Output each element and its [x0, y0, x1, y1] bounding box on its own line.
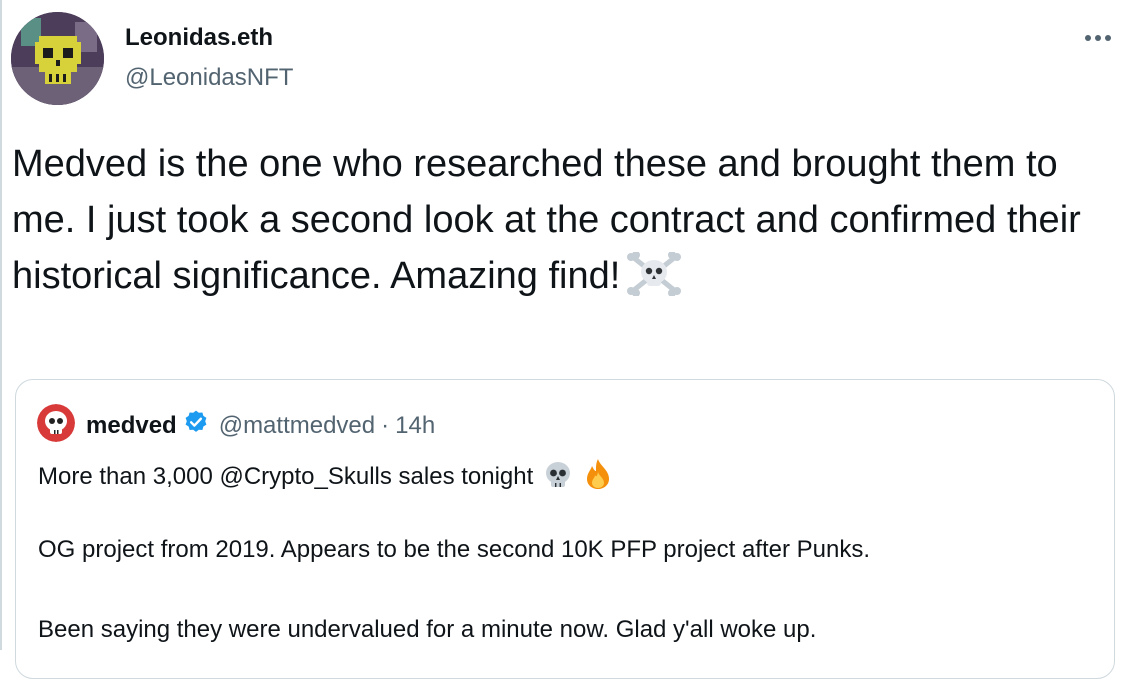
quoted-timestamp[interactable]: 14h [395, 412, 435, 440]
quoted-text-line-3: Been saying they were undervalued for a … [38, 616, 817, 643]
quoted-header: medved @mattmedved · 14h [86, 409, 435, 442]
tweet-text-content: Medved is the one who researched these a… [12, 143, 1081, 297]
skull-icon [543, 460, 573, 497]
left-border [0, 0, 2, 650]
verified-badge-icon [183, 409, 209, 442]
quoted-author-avatar[interactable] [37, 404, 75, 442]
separator-dot: · [381, 411, 390, 439]
skull-avatar-image [11, 12, 104, 105]
quoted-author-handle[interactable]: @mattmedved [219, 412, 375, 440]
author-avatar[interactable] [11, 12, 104, 105]
tweet-text: Medved is the one who researched these a… [12, 136, 1112, 312]
skull-avatar-image [37, 404, 75, 442]
quoted-author-name[interactable]: medved [86, 412, 177, 440]
fire-icon [583, 458, 613, 497]
skull-crossbones-icon [626, 251, 682, 312]
more-options-button[interactable] [1080, 26, 1116, 50]
quoted-text-line-1: More than 3,000 @Crypto_Skulls sales ton… [38, 458, 613, 497]
author-handle[interactable]: @LeonidasNFT [125, 64, 293, 92]
more-horizontal-icon [1085, 35, 1111, 41]
author-display-name[interactable]: Leonidas.eth [125, 24, 273, 52]
quoted-text-line-1-content: More than 3,000 @Crypto_Skulls sales ton… [38, 463, 534, 490]
quoted-tweet[interactable]: medved @mattmedved · 14h More than 3,000… [15, 379, 1115, 679]
tweet: Leonidas.eth @LeonidasNFT Medved is the … [0, 0, 1132, 679]
quoted-text-line-2: OG project from 2019. Appears to be the … [38, 536, 871, 563]
